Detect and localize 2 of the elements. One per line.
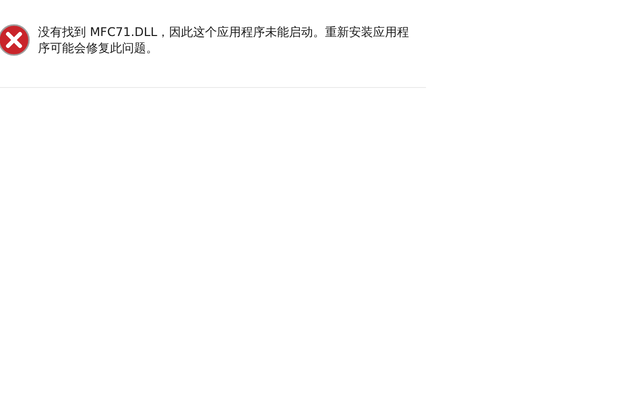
error-icon	[0, 24, 30, 56]
error-message: 没有找到 MFC71.DLL，因此这个应用程序未能启动。重新安装应用程序可能会修复此问题。	[38, 24, 410, 56]
